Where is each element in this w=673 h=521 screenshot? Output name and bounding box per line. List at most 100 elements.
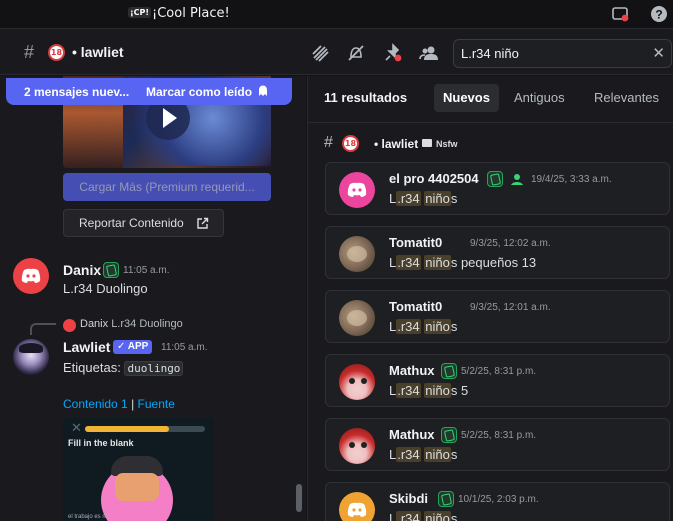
app-badge: ✓ APP (113, 340, 153, 354)
message-timestamp: 11:05 a.m. (123, 265, 170, 276)
message-author[interactable]: Danix (63, 262, 101, 278)
folder-icon (422, 139, 432, 147)
content-link[interactable]: Contenido 1 (63, 397, 128, 411)
result-timestamp: 19/4/25, 3:33 a.m. (531, 174, 612, 185)
result-text: L.r34 niños (389, 319, 458, 334)
reply-text: L.r34 Duolingo (111, 318, 183, 330)
channel-hash-icon: # (24, 42, 35, 62)
search-result[interactable]: Skibdi 10/1/25, 2:03 p.m. L.r34 niños (325, 482, 670, 521)
tags-label: Etiquetas: (63, 360, 121, 375)
unread-banner[interactable]: 2 mensajes nuev... Marcar como leído (6, 78, 292, 105)
divider (308, 122, 673, 123)
tab-oldest[interactable]: Antiguos (505, 84, 574, 112)
channel-hash-icon: # (324, 134, 333, 151)
discord-logo-icon (347, 182, 367, 197)
avatar[interactable] (339, 236, 375, 272)
result-text: L.r34 niños pequeños 13 (389, 255, 537, 270)
message-timestamp: 11:05 a.m. (161, 342, 208, 353)
result-author[interactable]: el pro 4402504 (389, 171, 479, 186)
verified-badge-icon (487, 171, 503, 187)
discord-logo-icon (347, 502, 367, 517)
avatar[interactable] (13, 339, 49, 375)
avatar[interactable] (13, 258, 49, 294)
verified-badge-icon (441, 427, 457, 443)
unread-count[interactable]: 2 mensajes nuev... (24, 85, 129, 99)
tag-code: duolingo (124, 361, 184, 376)
age-restricted-icon: 18 (48, 44, 65, 61)
search-query: L.r34 niño (461, 46, 519, 61)
results-count: 11 resultados (324, 90, 408, 105)
reply-avatar[interactable] (63, 319, 76, 332)
avatar[interactable] (339, 300, 375, 336)
discord-logo-icon (21, 268, 41, 283)
embed-image-title: Fill in the blank (68, 438, 134, 448)
message-author[interactable]: Lawliet (63, 339, 110, 355)
result-author[interactable]: Mathux (389, 427, 435, 442)
clear-search-icon[interactable]: ✕ (652, 44, 665, 62)
channel-header: # 18 • lawliet L.r34 niño ✕ (0, 28, 673, 75)
search-input[interactable]: L.r34 niño ✕ (453, 39, 672, 68)
report-content-button[interactable]: Reportar Contenido (63, 209, 224, 237)
search-result[interactable]: Tomatit0 9/3/25, 12:01 a.m. L.r34 niños (325, 290, 670, 343)
reply-connector (30, 323, 56, 335)
server-icon: ¡CP! (128, 7, 152, 18)
threads-icon[interactable] (309, 42, 331, 64)
channel-category: Nsfw (436, 139, 458, 149)
tab-relevant[interactable]: Relevantes (585, 84, 668, 112)
result-text: L.r34 niños (389, 511, 457, 521)
mark-read-icon[interactable] (256, 84, 270, 98)
server-name: ¡Cool Place! (152, 6, 230, 21)
age-restricted-icon: 18 (342, 135, 359, 152)
reply-author: Danix (80, 318, 109, 330)
verified-badge-icon (441, 363, 457, 379)
help-icon[interactable]: ? (650, 5, 668, 23)
embed-caption: el trabajo es mi... (68, 514, 114, 520)
source-link[interactable]: Fuente (138, 397, 175, 411)
avatar[interactable] (339, 172, 375, 208)
verified-badge-icon (438, 491, 454, 507)
avatar[interactable] (339, 364, 375, 400)
result-author[interactable]: Skibdi (389, 491, 428, 506)
search-result[interactable]: el pro 4402504 19/4/25, 3:33 a.m. L.r34 … (325, 162, 670, 215)
avatar[interactable] (339, 492, 375, 521)
mark-as-read-button[interactable]: Marcar como leído (146, 85, 252, 99)
title-bar: ¡CP! ¡Cool Place! ? (0, 0, 673, 28)
result-timestamp: 5/2/25, 8:31 p.m. (461, 366, 537, 377)
search-result[interactable]: Tomatit0 9/3/25, 12:02 a.m. L.r34 niños … (325, 226, 670, 279)
result-author[interactable]: Tomatit0 (389, 235, 442, 250)
load-more-button[interactable]: Cargar Más (Premium requerid... (63, 173, 271, 201)
tab-newest[interactable]: Nuevos (434, 84, 499, 112)
progress-bar (85, 426, 205, 432)
result-author[interactable]: Mathux (389, 363, 435, 378)
verified-badge-icon (103, 262, 119, 278)
result-timestamp: 9/3/25, 12:01 a.m. (470, 302, 551, 313)
close-icon: ✕ (71, 420, 82, 435)
avatar[interactable] (339, 428, 375, 464)
channel-title: • lawliet (72, 44, 124, 60)
message-text: Etiquetas: duolingo (63, 360, 184, 376)
notifications-muted-icon[interactable] (345, 42, 367, 64)
scrollbar[interactable] (296, 484, 302, 512)
reply-preview[interactable]: Danix L.r34 Duolingo (80, 318, 183, 330)
search-result[interactable]: Mathux 5/2/25, 8:31 p.m. L.r34 niños (325, 418, 670, 471)
inbox-icon[interactable] (611, 5, 629, 23)
external-link-icon (197, 217, 209, 229)
search-results-panel: 11 resultados Nuevos Antiguos Relevantes… (307, 76, 673, 521)
result-timestamp: 10/1/25, 2:03 p.m. (458, 494, 539, 505)
svg-text:?: ? (655, 8, 662, 22)
result-timestamp: 5/2/25, 8:31 p.m. (461, 430, 537, 441)
result-text: L.r34 niños (389, 447, 458, 462)
results-channel-name: • lawliet (374, 137, 419, 151)
embed-links: Contenido 1 | Fuente (63, 397, 175, 411)
member-list-icon[interactable] (418, 42, 440, 64)
result-author[interactable]: Tomatit0 (389, 299, 442, 314)
result-text: L.r34 niños (389, 191, 458, 206)
pinned-messages-icon[interactable] (382, 42, 404, 64)
message-text: L.r34 Duolingo (63, 281, 148, 296)
report-content-label: Reportar Contenido (79, 216, 184, 230)
chat-messages[interactable]: 2 mensajes nuev... Marcar como leído Car… (0, 76, 306, 521)
result-timestamp: 9/3/25, 12:02 a.m. (470, 238, 551, 249)
search-result[interactable]: Mathux 5/2/25, 8:31 p.m. L.r34 niños 5 (325, 354, 670, 407)
link-separator: | (131, 397, 135, 411)
embed-image[interactable]: ✕ Fill in the blank el trabajo es mi... (63, 418, 214, 521)
